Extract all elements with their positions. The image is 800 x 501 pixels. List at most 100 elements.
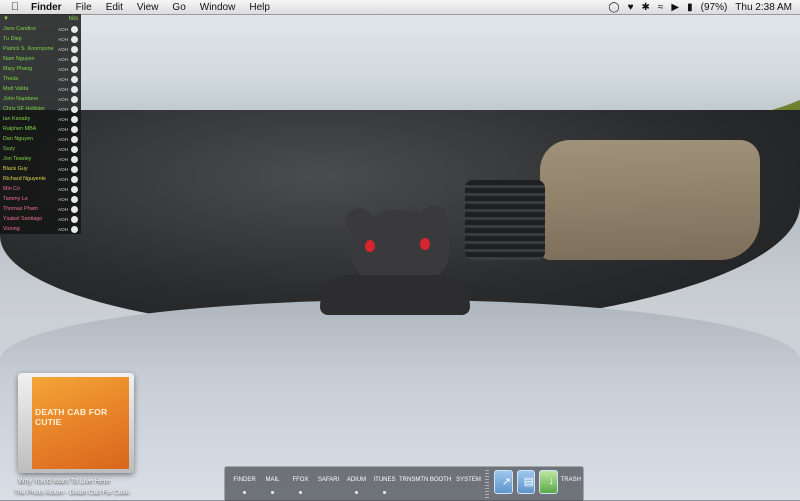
buddy-status-icon [71,195,78,203]
buddy-service-tag: AOH [58,126,68,132]
buddy-row[interactable]: John Napdane AOH [0,94,81,104]
buddy-name: John Napdane [3,96,39,102]
dock-label: SYSTEM [456,477,481,483]
dock-item-booth[interactable]: BOOTH [427,467,454,494]
buddy-row[interactable]: Tammy Le AOH [0,194,81,204]
buddy-status-icon [71,225,78,233]
applications-stack-icon[interactable]: ↗ [494,470,513,494]
buddy-row[interactable]: Thomas Pham AOH [0,204,81,214]
buddy-status-icon [71,45,78,53]
buddy-name: Black Guy [3,166,28,172]
buddy-service-tag: AOH [58,76,68,82]
menu-file[interactable]: File [69,2,99,13]
buddy-row[interactable]: Black Guy AOH [0,164,81,174]
buddy-row[interactable]: Richard Nguyenle AOH [0,174,81,184]
buddy-service-tag: AOH [58,106,68,112]
dock-item-trnsmtn[interactable]: TRNSMTN [399,467,428,494]
buddy-status-icon [71,105,78,113]
battery-icon[interactable]: ▮ [687,2,693,13]
buddy-row[interactable]: Matt Valda AOH [0,84,81,94]
buddy-row[interactable]: Tu Diep AOH [0,34,81,44]
buddy-row[interactable]: Suzy AOH [0,144,81,154]
buddy-row[interactable]: Ian Kanaby AOH [0,114,81,124]
now-playing-song: Why You'd Want To Live Here [18,478,110,485]
menu-go[interactable]: Go [165,2,192,13]
dock-item-trash[interactable]: TRASH [560,467,582,489]
buddy-name: Tu Diep [3,36,22,42]
buddy-service-tag: AOH [58,56,68,62]
buddy-row[interactable]: Theda AOH [0,74,81,84]
buddy-status-icon [71,185,78,193]
menu-window[interactable]: Window [193,2,243,13]
dock: FINDER MAIL FFOX SAFARI ADIUM ITUNES TRNSMTN BO… [224,466,584,501]
buddy-row[interactable]: Dan Nguyen AOH [0,134,81,144]
buddy-service-tag: AOH [58,156,68,162]
buddy-service-tag: AOH [58,186,68,192]
dock-label-trash: TRASH [560,477,581,483]
buddy-status-icon [71,205,78,213]
album-art: DEATH CAB FOR CUTIE [32,377,129,469]
dock-item-adium[interactable]: ADIUM [343,467,370,494]
buddy-name: Theda [3,76,19,82]
buddy-row[interactable]: Chris SF Hollister AOH [0,104,81,114]
disclosure-triangle-icon[interactable]: ▼ [3,16,9,22]
buddy-row[interactable]: Nam Nguyen AOH [0,54,81,64]
buddy-status-icon [71,85,78,93]
menu-view[interactable]: View [130,2,166,13]
buddy-status-icon [71,175,78,183]
buddy-row[interactable]: Patrick S. Koompone AOH [0,44,81,54]
buddy-service-tag: AOH [58,26,68,32]
buddy-row[interactable]: Jon Teasley AOH [0,154,81,164]
bluetooth-icon[interactable]: ✱ [642,2,650,13]
buddy-name: Richard Nguyenle [3,176,46,182]
buddy-name: Mary Phang [3,66,33,72]
heart-icon[interactable]: ♥ [628,2,634,13]
apple-menu-icon[interactable]:  [6,1,24,13]
running-indicator [383,491,386,494]
buddy-status-icon [71,115,78,123]
documents-stack-icon[interactable]: ▤ [516,470,536,494]
buddy-service-tag: AOH [58,66,68,72]
now-playing-album-artist: The Photo Album - Death Cab For Cutie [14,489,130,496]
wifi-icon[interactable]: ≈ [658,2,664,13]
buddy-row[interactable]: Jane Candice AOH [0,24,81,34]
buddy-status-icon [71,55,78,63]
buddy-service-tag: AOH [58,196,68,202]
buddy-status-icon [71,165,78,173]
buddy-group-header[interactable]: ▼ hilo [0,14,81,24]
downloads-stack-icon[interactable]: ↓ [539,470,558,494]
clock[interactable]: Thu 2:38 AM [735,2,792,13]
buddy-row[interactable]: Vuiong AOH [0,224,81,234]
buddy-status-icon [71,65,78,73]
buddy-status-icon [71,125,78,133]
buddy-name: Ralphen MBA [3,126,37,132]
menu-app-name[interactable]: Finder [24,2,69,13]
buddy-name: Nam Nguyen [3,56,35,62]
buddy-row[interactable]: Ralphen MBA AOH [0,124,81,134]
dock-item-system[interactable]: SYSTEM [455,467,482,494]
chat-bubble-icon[interactable]: ◯ [608,2,619,13]
buddy-row[interactable]: Ysabel Santiago AOH [0,214,81,224]
volume-icon[interactable]: ▶ [671,2,679,13]
menu-help[interactable]: Help [242,2,277,13]
buddy-service-tag: AOH [58,46,68,52]
album-art-text: DEATH CAB FOR CUTIE [35,407,108,427]
dock-label: ADIUM [346,477,367,483]
dock-item-finder[interactable]: FINDER [231,467,258,494]
dock-item-itunes[interactable]: ITUNES [371,467,398,494]
dock-item-mail[interactable]: MAIL [259,467,286,494]
now-playing-widget[interactable]: DEATH CAB FOR CUTIE [18,373,134,473]
menu-edit[interactable]: Edit [99,2,130,13]
battery-percent[interactable]: (97%) [701,2,728,13]
buddy-service-tag: AOH [58,226,68,232]
dock-label: BOOTH [429,477,452,483]
buddy-name: Min Co [3,186,21,192]
menu-extras: ◯ ♥ ✱ ≈ ▶ ▮ (97%) Thu 2:38 AM [608,2,800,13]
buddy-status-icon [71,35,78,43]
buddy-row[interactable]: Mary Phang AOH [0,64,81,74]
buddy-row[interactable]: Min Co AOH [0,184,81,194]
dock-item-safari[interactable]: SAFARI [315,467,342,494]
buddy-status-icon [71,95,78,103]
running-indicator [243,491,246,494]
dock-item-ffox[interactable]: FFOX [287,467,314,494]
